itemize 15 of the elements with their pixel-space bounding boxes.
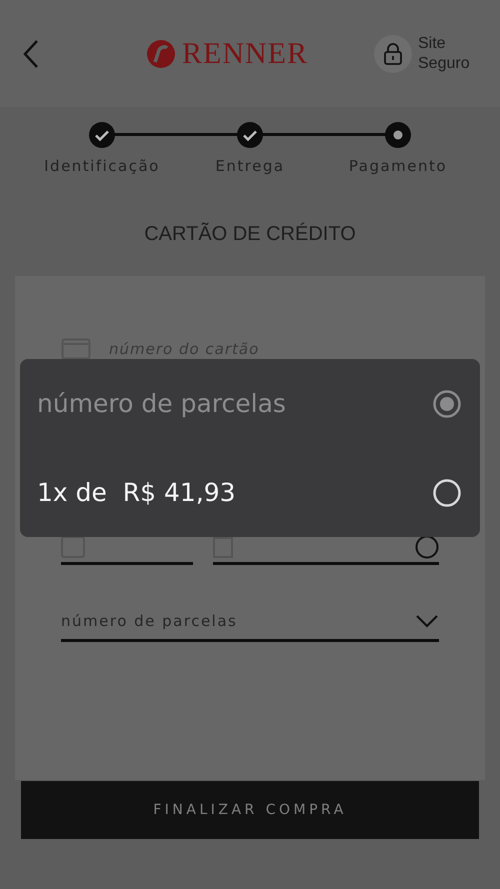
picker-option[interactable]: 1x de R$ 41,93 bbox=[37, 478, 236, 507]
chevron-down-icon bbox=[415, 614, 439, 628]
secure-site-label: Site Seguro bbox=[418, 34, 471, 74]
logo-icon bbox=[146, 38, 176, 68]
finalize-purchase-button[interactable]: FINALIZAR COMPRA bbox=[21, 781, 479, 839]
back-icon[interactable] bbox=[22, 38, 40, 68]
brand-logo: RENNER bbox=[182, 36, 308, 70]
step-label: Pagamento bbox=[348, 157, 448, 175]
credit-card-icon bbox=[61, 338, 91, 360]
picker-option: número de parcelas bbox=[37, 389, 286, 418]
step-label: Identificação bbox=[44, 157, 160, 175]
installments-select[interactable]: número de parcelas bbox=[61, 603, 439, 642]
help-icon[interactable] bbox=[415, 535, 439, 559]
step-label: Entrega bbox=[215, 157, 285, 175]
section-title: CARTÃO DE CRÉDITO bbox=[143, 223, 357, 246]
